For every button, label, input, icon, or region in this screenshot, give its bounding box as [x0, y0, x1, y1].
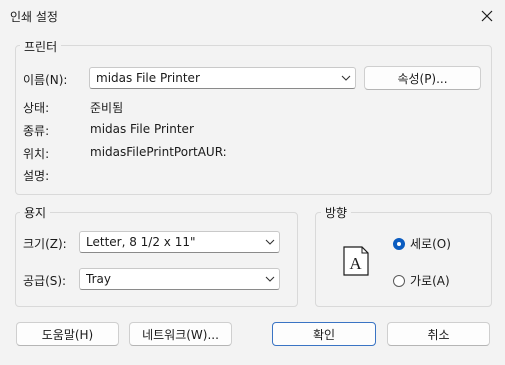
comment-label: 설명:: [23, 169, 50, 183]
printer-name-label: 이름(N):: [23, 73, 68, 87]
paper-group-label: 용지: [20, 204, 51, 221]
printer-name-select[interactable]: midas File Printer: [89, 67, 356, 89]
network-button[interactable]: 네트워크(W)...: [129, 322, 232, 346]
print-setup-dialog: 인쇄 설정 프린터 이름(N): midas File Printer 속성(P…: [0, 0, 505, 365]
printer-name-value: midas File Printer: [96, 71, 200, 85]
type-value: midas File Printer: [90, 122, 194, 136]
radio-checked-icon: [393, 237, 405, 250]
page-orientation-icon: A: [343, 246, 369, 276]
window-title: 인쇄 설정: [10, 10, 58, 24]
status-label: 상태:: [23, 101, 50, 115]
landscape-label: 가로(A): [410, 274, 450, 288]
paper-source-select[interactable]: Tray: [79, 268, 280, 290]
portrait-radio[interactable]: 세로(O): [393, 235, 451, 252]
properties-button[interactable]: 속성(P)...: [364, 66, 481, 90]
paper-source-value: Tray: [86, 272, 111, 286]
status-value: 준비됨: [90, 101, 124, 115]
chevron-down-icon: [261, 268, 279, 290]
where-label: 위치:: [23, 147, 50, 161]
cancel-button[interactable]: 취소: [387, 322, 490, 346]
title-bar: 인쇄 설정: [0, 0, 505, 32]
printer-group-label: 프린터: [20, 38, 62, 55]
landscape-radio[interactable]: 가로(A): [393, 272, 450, 289]
close-button[interactable]: [469, 0, 505, 32]
chevron-down-icon: [337, 67, 355, 89]
page-orientation-glyph: A: [349, 254, 362, 273]
paper-size-select[interactable]: Letter, 8 1/2 x 11": [79, 231, 280, 253]
paper-source-label: 공급(S):: [23, 274, 67, 288]
chevron-down-icon: [261, 231, 279, 253]
help-button[interactable]: 도움말(H): [16, 322, 119, 346]
paper-size-label: 크기(Z):: [23, 237, 67, 251]
where-value: midasFilePrintPortAUR:: [90, 145, 227, 159]
paper-group: [15, 212, 298, 307]
type-label: 종류:: [23, 124, 50, 138]
portrait-label: 세로(O): [410, 237, 451, 251]
ok-button[interactable]: 확인: [272, 322, 376, 346]
orientation-group: [315, 212, 492, 307]
paper-size-value: Letter, 8 1/2 x 11": [86, 235, 196, 249]
orientation-group-label: 방향: [321, 204, 352, 221]
close-icon: [481, 10, 493, 22]
radio-unchecked-icon: [393, 274, 405, 287]
